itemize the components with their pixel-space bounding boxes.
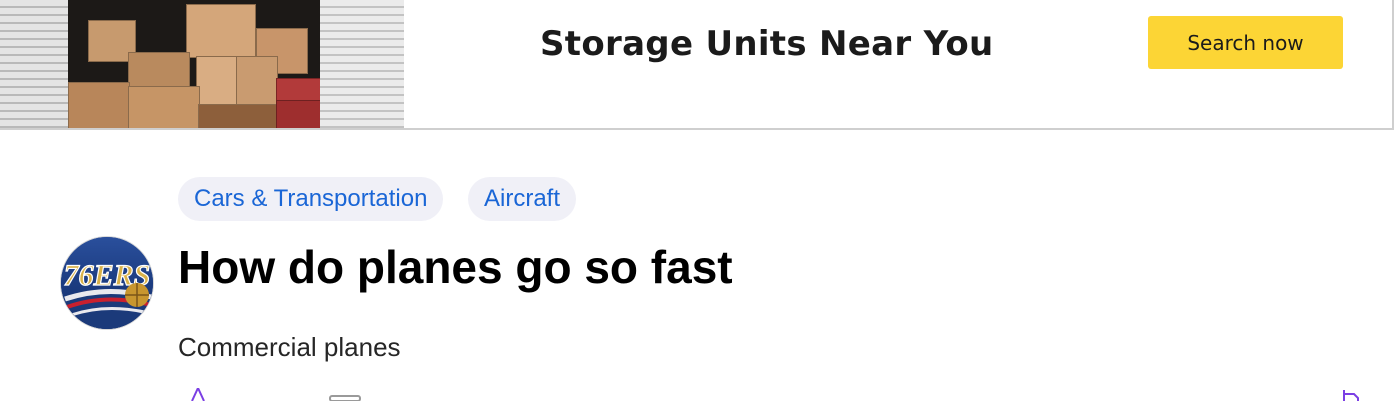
storage-unit-interior <box>68 0 320 128</box>
category-chip-cars-transportation[interactable]: Cars & Transportation <box>178 177 444 221</box>
category-chip-aircraft[interactable]: Aircraft <box>468 177 577 221</box>
question-title: How do planes go so fast <box>178 241 733 293</box>
storage-door-left <box>0 0 68 128</box>
team-logo-avatar-icon: 76ERS <box>61 237 153 329</box>
question-body: Commercial planes <box>178 332 401 362</box>
storage-door-right <box>320 0 404 128</box>
avatar[interactable]: 76ERS <box>60 236 154 330</box>
bookmark-icon[interactable] <box>1340 390 1370 401</box>
storage-unit-image <box>0 0 404 128</box>
thumbs-up-icon[interactable] <box>190 388 206 401</box>
comment-icon[interactable] <box>328 395 362 401</box>
search-now-button[interactable]: Search now <box>1148 16 1343 69</box>
ad-headline: Storage Units Near You <box>540 24 994 64</box>
ad-banner[interactable]: Storage Units Near You Search now <box>0 0 1394 130</box>
